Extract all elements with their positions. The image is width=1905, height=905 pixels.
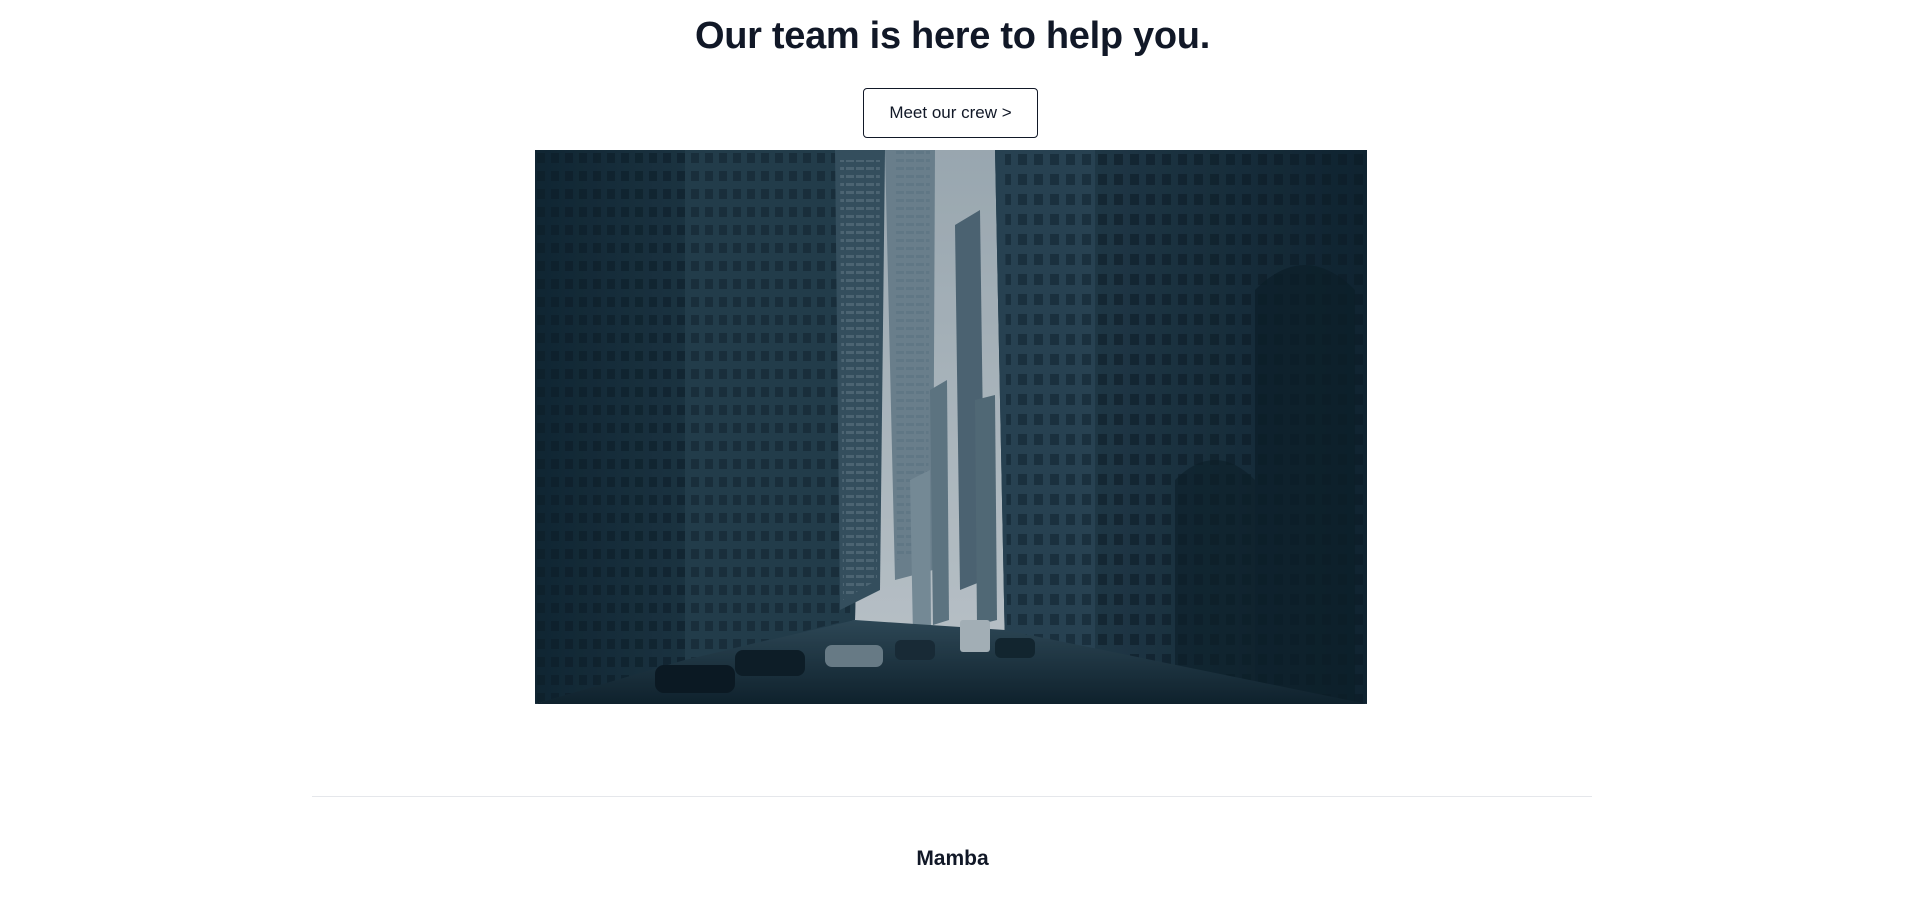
footer-brand-name: Mamba [916,847,989,870]
meet-our-crew-button[interactable]: Meet our crew > [863,88,1038,138]
page-title: Our team is here to help you. [695,15,1210,57]
hero-image [535,150,1367,704]
page: Our team is here to help you. Meet our c… [0,0,1905,905]
city-street-photo [535,150,1367,704]
footer-divider [312,796,1592,797]
